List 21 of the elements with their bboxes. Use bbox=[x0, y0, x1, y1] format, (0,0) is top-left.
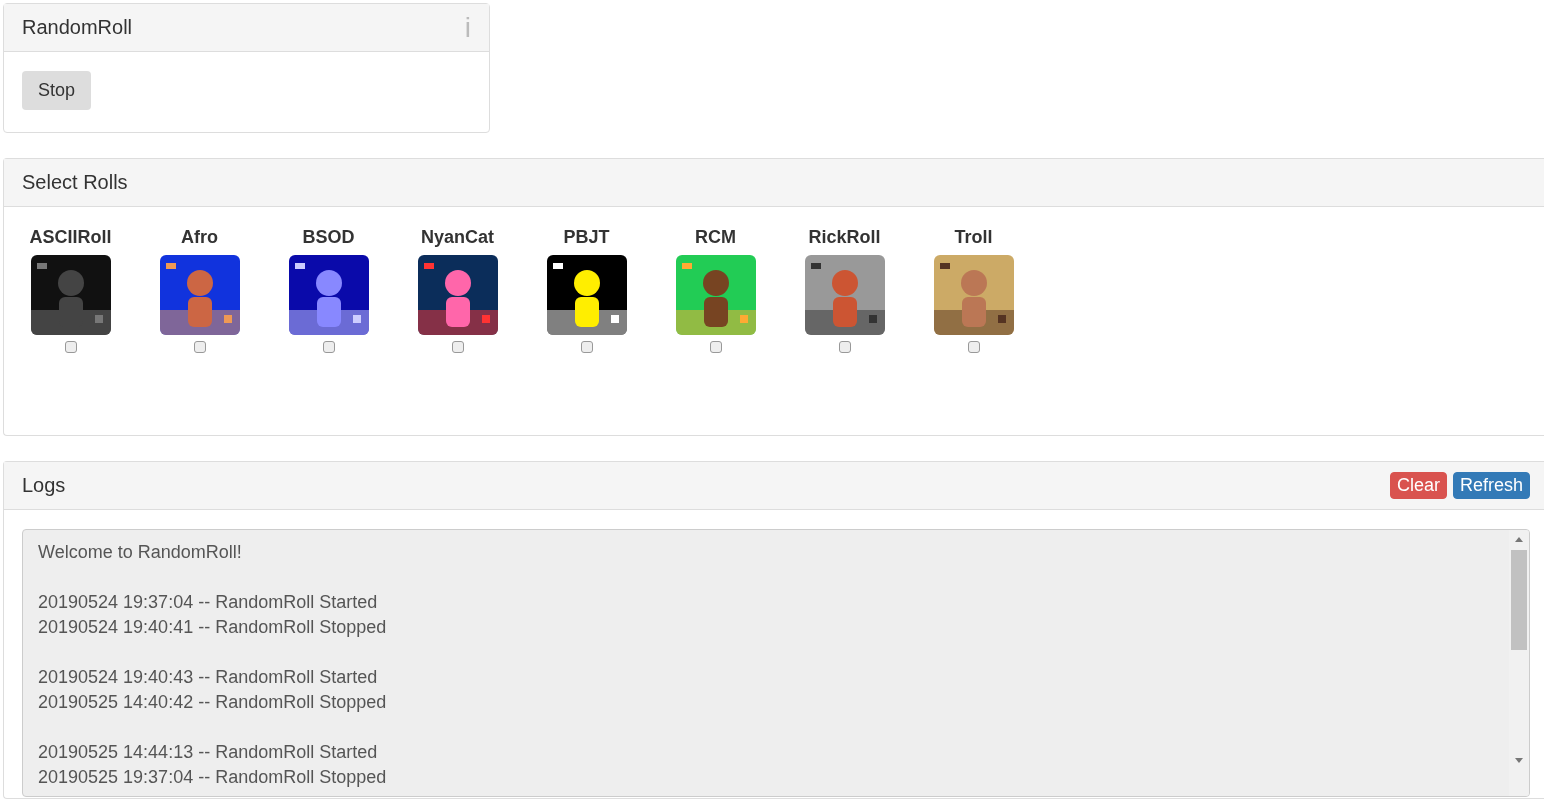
roll-label: NyanCat bbox=[421, 227, 494, 248]
clear-button[interactable]: Clear bbox=[1389, 472, 1447, 499]
log-line: 20190524 19:40:43 -- RandomRoll Started bbox=[38, 666, 378, 689]
roll-label: RCM bbox=[695, 227, 736, 248]
roll-label: RickRoll bbox=[808, 227, 881, 248]
log-line: 20190525 14:44:13 -- RandomRoll Started bbox=[38, 741, 378, 764]
refresh-button[interactable]: Refresh bbox=[1452, 472, 1530, 499]
log-line: 20190525 14:40:42 -- RandomRoll Stopped bbox=[38, 691, 387, 714]
log-line: 20190524 19:40:41 -- RandomRoll Stopped bbox=[38, 616, 387, 639]
roll-label: BSOD bbox=[302, 227, 355, 248]
roll-label: Troll bbox=[954, 227, 993, 248]
log-line: 20190525 19:37:04 -- RandomRoll Stopped bbox=[38, 766, 387, 789]
roll-label: Afro bbox=[181, 227, 218, 248]
panel-title: Logs bbox=[22, 474, 66, 497]
stop-button[interactable]: Stop bbox=[22, 71, 92, 110]
panel-title: Select Rolls bbox=[22, 171, 128, 194]
log-line: Welcome to RandomRoll! bbox=[38, 541, 242, 564]
panel-title: RandomRoll bbox=[22, 16, 133, 39]
roll-label: ASCIIRoll bbox=[29, 227, 112, 248]
roll-label: PBJT bbox=[563, 227, 610, 248]
log-line: 20190524 19:37:04 -- RandomRoll Started bbox=[38, 591, 378, 614]
